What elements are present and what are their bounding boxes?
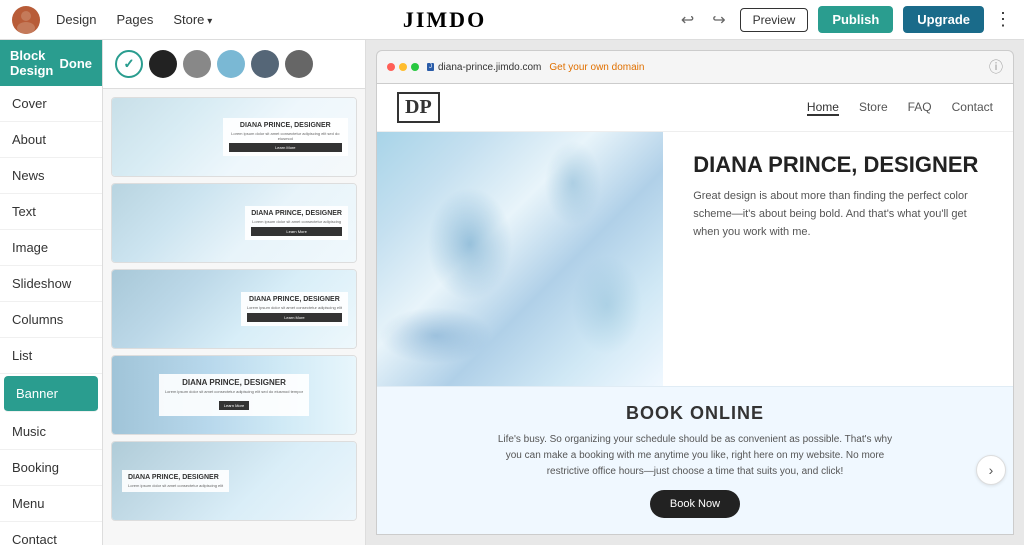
logo: JIMDO — [403, 7, 486, 33]
sidebar-item-banner[interactable]: Banner — [4, 376, 98, 412]
topbar-nav: Design Pages Store — [56, 12, 212, 27]
site-hero-description: Great design is about more than finding … — [693, 188, 983, 241]
swatch-white[interactable]: ✓ — [115, 50, 143, 78]
site-navigation: DP Home Store FAQ Contact — [377, 84, 1013, 132]
redo-button[interactable]: ↪ — [708, 6, 729, 34]
site-nav-store[interactable]: Store — [859, 100, 888, 116]
pages-nav[interactable]: Pages — [116, 12, 153, 27]
sidebar-item-news[interactable]: News — [0, 158, 102, 194]
browser-info-icon: ⓘ — [989, 57, 1003, 77]
undo-button[interactable]: ↩ — [677, 6, 698, 34]
site-nav-faq[interactable]: FAQ — [908, 100, 932, 116]
publish-button[interactable]: Publish — [818, 6, 893, 33]
store-nav[interactable]: Store — [173, 12, 212, 27]
sidebar-item-about[interactable]: About — [0, 122, 102, 158]
left-panel: Block Design Done Cover About News Text … — [0, 40, 103, 545]
minimize-dot — [399, 63, 407, 71]
more-options-button[interactable]: ⋮ — [994, 9, 1012, 30]
list-item[interactable]: DIANA PRINCE, DESIGNER Lorem ipsum dolor… — [111, 355, 357, 435]
site-hero-title: DIANA PRINCE, DESIGNER — [693, 152, 983, 178]
site-booking-section: BOOK ONLINE Life's busy. So organizing y… — [377, 386, 1013, 534]
main-area: Block Design Done Cover About News Text … — [0, 40, 1024, 545]
swatch-blue[interactable] — [217, 50, 245, 78]
sidebar-item-booking[interactable]: Booking — [0, 450, 102, 486]
sidebar-item-image[interactable]: Image — [0, 230, 102, 266]
preview-button[interactable]: Preview — [740, 8, 809, 32]
sidebar-item-text[interactable]: Text — [0, 194, 102, 230]
right-preview-area: J diana-prince.jimdo.com Get your own do… — [366, 40, 1024, 545]
sidebar-item-columns[interactable]: Columns — [0, 302, 102, 338]
color-swatches: ✓ — [103, 40, 365, 89]
list-item[interactable]: DIANA PRINCE, DESIGNER Lorem ipsum dolor… — [111, 269, 357, 349]
browser-url-bar[interactable]: J diana-prince.jimdo.com Get your own do… — [427, 62, 644, 73]
booking-title: BOOK ONLINE — [397, 403, 993, 424]
site-preview-frame: DP Home Store FAQ Contact DIANA PRINCE, … — [376, 84, 1014, 535]
middle-panel: ✓ DIANA PRINCE, DESIGNER Lorem ipsum dol… — [103, 40, 366, 545]
swatch-dark-gray[interactable] — [285, 50, 313, 78]
sidebar-item-music[interactable]: Music — [0, 414, 102, 450]
site-hero-image — [377, 132, 663, 386]
sidebar-item-menu[interactable]: Menu — [0, 486, 102, 522]
site-nav-links: Home Store FAQ Contact — [807, 100, 993, 116]
swatch-black[interactable] — [149, 50, 177, 78]
sidebar-item-slideshow[interactable]: Slideshow — [0, 266, 102, 302]
favicon-icon: J — [427, 63, 434, 71]
sidebar-item-contact[interactable]: Contact — [0, 522, 102, 545]
site-hero-section: DIANA PRINCE, DESIGNER Great design is a… — [377, 132, 1013, 386]
topbar-right: ↩ ↪ Preview Publish Upgrade ⋮ — [677, 6, 1012, 34]
topbar-left: Design Pages Store — [12, 6, 212, 34]
topbar: Design Pages Store JIMDO ↩ ↪ Preview Pub… — [0, 0, 1024, 40]
site-logo: DP — [397, 92, 440, 123]
site-hero-text: DIANA PRINCE, DESIGNER Great design is a… — [663, 132, 1013, 386]
list-item[interactable]: DIANA PRINCE, DESIGNER Lorem ipsum dolor… — [111, 97, 357, 177]
book-now-button[interactable]: Book Now — [650, 490, 740, 518]
done-button[interactable]: Done — [60, 56, 93, 71]
list-item[interactable]: DIANA PRINCE, DESIGNER Lorem ipsum dolor… — [111, 441, 357, 521]
get-domain-link[interactable]: Get your own domain — [549, 62, 644, 73]
browser-frame: J diana-prince.jimdo.com Get your own do… — [376, 50, 1014, 535]
browser-domain: diana-prince.jimdo.com — [438, 62, 541, 73]
avatar[interactable] — [12, 6, 40, 34]
close-dot — [387, 63, 395, 71]
nav-items-list: Cover About News Text Image Slideshow Co… — [0, 86, 102, 545]
browser-chrome: J diana-prince.jimdo.com Get your own do… — [376, 50, 1014, 84]
maximize-dot — [411, 63, 419, 71]
booking-description: Life's busy. So organizing your schedule… — [495, 432, 895, 480]
swatch-gray[interactable] — [183, 50, 211, 78]
design-nav[interactable]: Design — [56, 12, 96, 27]
list-item[interactable]: DIANA PRINCE, DESIGNER Lorem ipsum dolor… — [111, 183, 357, 263]
browser-traffic-lights — [387, 63, 419, 71]
site-nav-home[interactable]: Home — [807, 100, 839, 116]
template-list: DIANA PRINCE, DESIGNER Lorem ipsum dolor… — [103, 89, 365, 545]
swatch-dark-blue[interactable] — [251, 50, 279, 78]
site-nav-contact[interactable]: Contact — [952, 100, 993, 116]
panel-header: Block Design Done — [0, 40, 102, 86]
panel-title: Block Design — [10, 48, 60, 78]
sidebar-item-list[interactable]: List — [0, 338, 102, 374]
upgrade-button[interactable]: Upgrade — [903, 6, 984, 33]
sidebar-item-cover[interactable]: Cover — [0, 86, 102, 122]
next-arrow-button[interactable]: › — [976, 455, 1006, 485]
